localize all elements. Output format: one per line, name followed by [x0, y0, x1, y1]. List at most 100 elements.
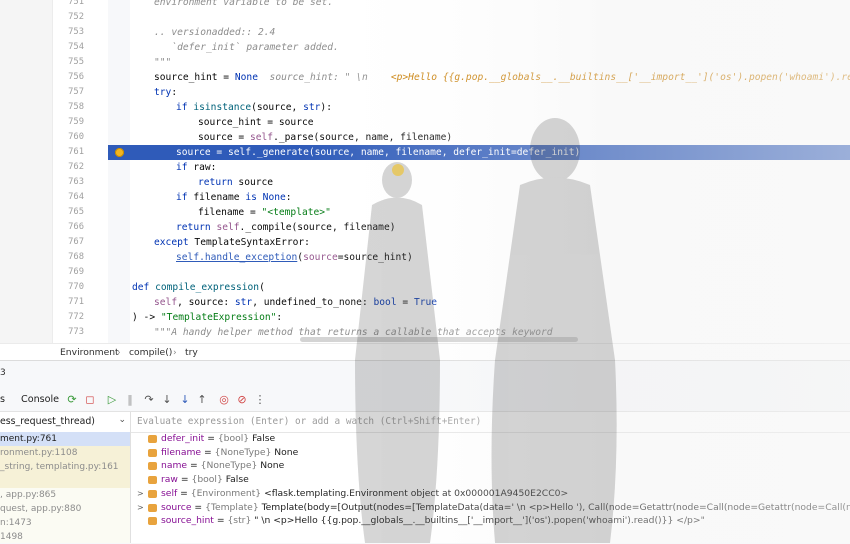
- step-into-icon[interactable]: ↓: [161, 394, 173, 406]
- step-into-my-code-icon[interactable]: ↓: [179, 394, 191, 406]
- variable-row[interactable]: > self = {Environment} <flask.templating.…: [131, 487, 850, 501]
- variable-value: Template(body=[Output(nodes=[TemplateDat…: [261, 501, 850, 513]
- code-line[interactable]: return source: [132, 175, 850, 190]
- mute-breakpoints-icon[interactable]: ⊘: [236, 394, 248, 406]
- code-line[interactable]: `defer_init` parameter added.: [132, 40, 850, 55]
- thread-select[interactable]: ess_request_thread) ⌄: [0, 412, 130, 433]
- line-number[interactable]: 769: [68, 265, 84, 280]
- line-number[interactable]: 763: [68, 175, 84, 190]
- stack-frame[interactable]: quest, app.py:880: [0, 502, 130, 516]
- line-number[interactable]: 767: [68, 235, 84, 250]
- tab-threads-variables[interactable]: s: [0, 394, 5, 405]
- breakpoint-icon[interactable]: [115, 148, 124, 157]
- line-number[interactable]: 760: [68, 130, 84, 145]
- variable-type: {NoneType}: [200, 460, 258, 472]
- expand-arrow-icon[interactable]: >: [137, 501, 145, 515]
- thread-select-label: ess_request_thread): [0, 416, 95, 427]
- variable-row[interactable]: name = {NoneType} None: [131, 459, 850, 473]
- equals-sign: =: [213, 515, 228, 527]
- code-line[interactable]: filename = "<template>": [132, 205, 850, 220]
- variable-icon: [148, 517, 157, 526]
- line-number[interactable]: 762: [68, 160, 84, 175]
- stack-frame[interactable]: 1498: [0, 530, 130, 543]
- line-number[interactable]: 758: [68, 100, 84, 115]
- code-line[interactable]: ) -> "TemplateExpression":: [132, 310, 850, 325]
- stack-frame[interactable]: ment.py:761: [0, 432, 130, 446]
- variable-text: raw = {bool} False: [161, 473, 249, 487]
- stack-frame[interactable]: n:1473: [0, 516, 130, 530]
- line-number[interactable]: 773: [68, 325, 84, 340]
- variable-icon: [148, 489, 157, 498]
- evaluate-expression-input[interactable]: Evaluate expression (Enter) or add a wat…: [131, 412, 850, 433]
- more-options-icon[interactable]: ⋮: [254, 394, 266, 406]
- pause-icon[interactable]: ‖: [124, 394, 136, 406]
- line-number[interactable]: 754: [68, 40, 84, 55]
- horizontal-scrollbar[interactable]: [300, 337, 578, 342]
- code-line[interactable]: if raw:: [132, 160, 850, 175]
- code-line[interactable]: source_hint = None source_hint: " \n <p>…: [132, 70, 850, 85]
- line-number[interactable]: 768: [68, 250, 84, 265]
- equals-sign: =: [201, 446, 215, 458]
- debug-session-title[interactable]: 3: [0, 368, 6, 378]
- variable-name: raw: [161, 474, 178, 486]
- variable-row[interactable]: defer_init = {bool} False: [131, 432, 850, 446]
- line-number[interactable]: 764: [68, 190, 84, 205]
- line-number[interactable]: 770: [68, 280, 84, 295]
- resume-icon[interactable]: ▷: [106, 394, 118, 406]
- line-number[interactable]: 756: [68, 70, 84, 85]
- breakpoint-column[interactable]: [108, 0, 130, 343]
- line-number[interactable]: 766: [68, 220, 84, 235]
- code-line[interactable]: return self._compile(source, filename): [132, 220, 850, 235]
- variable-text: self = {Environment} <flask.templating.E…: [161, 487, 568, 501]
- stack-frame[interactable]: _string, templating.py:161: [0, 460, 130, 474]
- variable-row[interactable]: source_hint = {str} " \n <p>Hello {{g.po…: [131, 514, 850, 528]
- code-line[interactable]: self, source: str, undefined_to_none: bo…: [132, 295, 850, 310]
- line-number[interactable]: 765: [68, 205, 84, 220]
- code-line[interactable]: self.handle_exception(source=source_hint…: [132, 250, 850, 265]
- code-line[interactable]: .. versionadded:: 2.4: [132, 25, 850, 40]
- breadcrumb-item-try[interactable]: try: [185, 347, 198, 358]
- view-breakpoints-icon[interactable]: ◎: [218, 394, 230, 406]
- code-line[interactable]: [132, 10, 850, 25]
- variable-type: {Template}: [205, 501, 259, 513]
- breadcrumb-item-environment[interactable]: Environment: [60, 347, 119, 358]
- code-line[interactable]: source = self._parse(source, name, filen…: [132, 130, 850, 145]
- equals-sign: =: [204, 433, 218, 444]
- variable-row[interactable]: raw = {bool} False: [131, 473, 850, 487]
- variable-name: filename: [161, 446, 202, 458]
- step-out-icon[interactable]: ↑: [196, 394, 208, 406]
- line-number[interactable]: 755: [68, 55, 84, 70]
- stop-icon[interactable]: ◻: [84, 394, 96, 406]
- code-line[interactable]: if filename is None:: [132, 190, 850, 205]
- breadcrumb-item-compile[interactable]: compile(): [129, 347, 172, 358]
- variable-value: " \n <p>Hello {{g.pop.__globals__.__buil…: [254, 515, 705, 527]
- line-number[interactable]: 752: [68, 10, 84, 25]
- step-over-icon[interactable]: ↷: [143, 394, 155, 406]
- code-line[interactable]: def compile_expression(: [132, 280, 850, 295]
- line-number[interactable]: 761: [68, 145, 84, 160]
- code-editor[interactable]: 751 752 753 754 755 756 757 758 759 760 761 762 763 7…: [0, 0, 850, 343]
- line-number[interactable]: 753: [68, 25, 84, 40]
- variable-row[interactable]: filename = {NoneType} None: [131, 446, 850, 460]
- tab-console[interactable]: Console: [21, 394, 59, 405]
- line-number[interactable]: 751: [68, 0, 84, 10]
- code-line[interactable]: if isinstance(source, str):: [132, 100, 850, 115]
- line-number[interactable]: 771: [68, 295, 84, 310]
- stack-frame[interactable]: , app.py:865: [0, 488, 130, 502]
- code-line[interactable]: environment variable to be set.: [132, 0, 850, 10]
- line-number[interactable]: 757: [68, 85, 84, 100]
- stack-frame[interactable]: ronment.py:1108: [0, 446, 130, 460]
- current-code-line[interactable]: source = self._generate(source, name, fi…: [152, 145, 850, 160]
- equals-sign: =: [177, 487, 191, 499]
- code-line[interactable]: [132, 265, 850, 280]
- variable-row[interactable]: > source = {Template} Template(body=[Outp…: [131, 501, 850, 515]
- code-line[interactable]: try:: [132, 85, 850, 100]
- expand-arrow-icon[interactable]: >: [137, 487, 145, 501]
- code-line[interactable]: """: [132, 55, 850, 70]
- code-line[interactable]: source_hint = source: [132, 115, 850, 130]
- code-line[interactable]: except TemplateSyntaxError:: [132, 235, 850, 250]
- rerun-icon[interactable]: ⟳: [66, 394, 78, 406]
- stack-frame[interactable]: [0, 474, 130, 488]
- line-number[interactable]: 772: [68, 310, 84, 325]
- line-number[interactable]: 759: [68, 115, 84, 130]
